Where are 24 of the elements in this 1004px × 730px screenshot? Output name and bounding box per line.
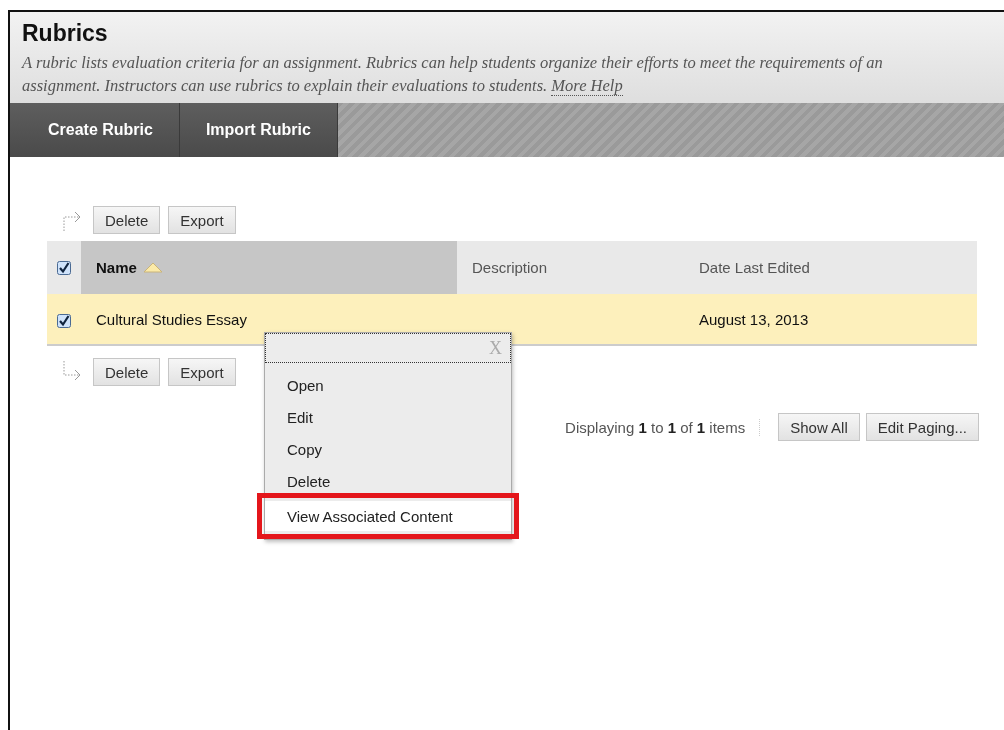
table-cell-text: August 13, 2013 [698,310,809,328]
action-tab[interactable]: Import Rubric [179,103,338,157]
action-button[interactable]: Delete [93,206,161,234]
column-header[interactable]: Name [81,241,457,294]
column-header[interactable]: Date Last Edited [684,241,977,294]
paging-summary: Displaying 1 to 1 of 1 items [565,418,761,436]
page-title: Rubrics [22,20,108,47]
checkbox[interactable] [57,313,71,328]
sort-icon [142,261,163,273]
paging-button[interactable]: Show All [778,413,860,441]
menu-item[interactable]: Delete [265,465,511,497]
menu-item[interactable]: Open [265,369,511,401]
action-tab[interactable]: Create Rubric [10,103,180,157]
column-header[interactable]: Description [457,241,684,294]
page-description: A rubric lists evaluation criteria for an assignment. Rubrics can help students organize their efforts to meet the requirements of an assignment. Instructors can use rubrics to explain their evaluations to students. More Help [22,52,884,97]
paging-button[interactable]: Edit Paging... [865,413,979,441]
action-button[interactable]: Export [168,358,236,386]
action-button[interactable]: Delete [93,358,161,386]
menu-item[interactable]: Copy [265,433,511,465]
checkbox[interactable] [57,261,71,276]
action-button[interactable]: Export [168,206,236,234]
table-cell[interactable]: Cultural Studies Essay [81,310,247,328]
more-help-link[interactable]: More Help [551,76,623,96]
menu-item[interactable]: Edit [265,401,511,433]
